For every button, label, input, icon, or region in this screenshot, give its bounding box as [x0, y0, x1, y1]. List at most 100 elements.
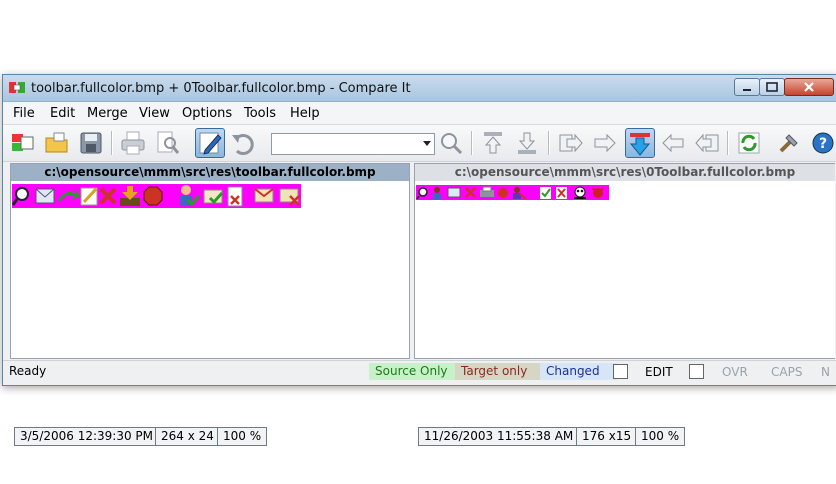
mail-closed-icon [254, 188, 274, 203]
copy-right-button[interactable] [557, 129, 585, 157]
close-icon [804, 82, 814, 92]
close-icon [465, 187, 476, 198]
copy-right-icon [559, 133, 583, 153]
copy-left-icon [662, 133, 684, 153]
menu-edit[interactable]: Edit [50, 106, 75, 121]
cross-icon [556, 187, 567, 199]
save-button[interactable] [77, 129, 105, 157]
source-zoom: 100 % [217, 427, 268, 446]
target-dimensions: 176 x15 [576, 427, 638, 446]
mail-icon [447, 187, 461, 198]
next-difference-icon [629, 133, 651, 156]
copy-to-left-button[interactable] [693, 129, 721, 157]
chevron-down-icon[interactable] [423, 141, 431, 146]
target-path-header: c:\opensource\mmm\src\res\0Toolbar.fullc… [415, 164, 835, 181]
copy-to-right-button[interactable] [591, 129, 619, 157]
source-only-legend: Source Only [369, 363, 457, 380]
printer-icon [480, 186, 494, 197]
source-path-header: c:\opensource\mmm\src\res\toolbar.fullco… [11, 164, 409, 181]
copy-to-right-icon [594, 133, 616, 153]
compare-icon [12, 134, 34, 151]
document-delete-icon [227, 186, 243, 207]
print-preview-icon [157, 131, 180, 154]
print-preview-button[interactable] [153, 129, 181, 157]
stop-icon [498, 188, 508, 198]
move-up-button[interactable] [479, 129, 507, 157]
refresh-button[interactable] [735, 129, 763, 157]
undo-button[interactable] [229, 129, 257, 157]
download-icon [120, 186, 140, 206]
target-date: 11/26/2003 11:55:38 AM [418, 427, 580, 446]
menu-help[interactable]: Help [290, 106, 320, 121]
window-title: toolbar.fullcolor.bmp + 0Toolbar.fullcol… [31, 81, 411, 96]
toolbar-separator [548, 131, 550, 155]
source-dimensions: 264 x 24 [155, 427, 220, 446]
print-button[interactable] [119, 129, 147, 157]
menu-options[interactable]: Options [182, 106, 232, 121]
edit-button[interactable] [195, 128, 225, 158]
user-check-icon [180, 185, 201, 207]
zoom-icon [11, 187, 29, 206]
edit-pencil-icon [199, 132, 222, 155]
help-icon: ? [812, 132, 834, 154]
maximize-button[interactable] [759, 78, 785, 96]
open-button[interactable] [43, 129, 71, 157]
target-image-pane[interactable]: c:\opensource\mmm\src\res\0Toolbar.fullc… [414, 163, 835, 446]
compare-it-window: toolbar.fullcolor.bmp + 0Toolbar.fullcol… [2, 74, 836, 446]
move-down-button[interactable] [513, 129, 541, 157]
stop-icon [143, 186, 163, 206]
move-up-icon [484, 132, 502, 154]
status-ready-text: Ready [9, 364, 47, 378]
toolbar-separator [471, 131, 473, 155]
menu-bar: File Edit Merge View Options Tools Help [3, 102, 836, 125]
mail-delete-icon [279, 188, 300, 206]
toolbar-separator [111, 131, 113, 155]
delete-x-icon [99, 187, 117, 205]
skull-icon [574, 186, 586, 199]
toolbar-separator [727, 131, 729, 155]
devil-icon [592, 187, 604, 198]
help-button[interactable]: ? [809, 129, 836, 157]
status-checkbox[interactable] [613, 364, 628, 379]
notepad-icon [80, 187, 98, 206]
tools-button[interactable] [775, 129, 803, 157]
move-down-icon [518, 132, 536, 154]
forward-arrow-icon [58, 188, 80, 202]
target-only-legend: Target only [455, 363, 544, 380]
compare-button[interactable] [9, 129, 37, 157]
menu-merge[interactable]: Merge [87, 106, 128, 121]
zoom-icon [416, 187, 428, 200]
search-combo[interactable] [271, 133, 435, 155]
minimize-button[interactable] [734, 78, 760, 96]
minimize-icon [743, 89, 751, 91]
source-date: 3/5/2006 12:39:30 PM [14, 427, 160, 446]
source-image-strip [11, 184, 301, 208]
source-toolbar-bitmap [11, 185, 300, 207]
print-icon [121, 131, 145, 155]
refresh-icon [738, 132, 760, 154]
next-difference-button[interactable] [625, 128, 655, 158]
target-zoom: 100 % [635, 427, 686, 446]
source-image-pane[interactable]: c:\opensource\mmm\src\res\toolbar.fullco… [10, 163, 410, 446]
search-icon [441, 133, 463, 155]
toolbar: ? [3, 125, 836, 162]
status-bar: Ready Source Only Target only Changed ED… [3, 360, 836, 383]
undo-icon [232, 134, 254, 155]
caps-indicator: CAPS [771, 365, 803, 379]
maximize-icon [766, 82, 778, 92]
num-indicator: N [821, 365, 830, 379]
tools-icon [779, 134, 798, 153]
copy-left-button[interactable] [659, 129, 687, 157]
close-button[interactable] [784, 78, 834, 96]
menu-tools[interactable]: Tools [244, 106, 276, 121]
menu-file[interactable]: File [13, 106, 35, 121]
svg-text:?: ? [819, 136, 827, 152]
ovr-indicator: OVR [722, 365, 748, 379]
save-icon [80, 132, 102, 154]
status-checkbox[interactable] [689, 364, 704, 379]
search-button[interactable] [437, 129, 465, 157]
title-bar[interactable]: toolbar.fullcolor.bmp + 0Toolbar.fullcol… [3, 75, 836, 102]
target-image-strip [416, 185, 609, 200]
copy-to-left-icon [695, 133, 719, 153]
menu-view[interactable]: View [139, 106, 170, 121]
